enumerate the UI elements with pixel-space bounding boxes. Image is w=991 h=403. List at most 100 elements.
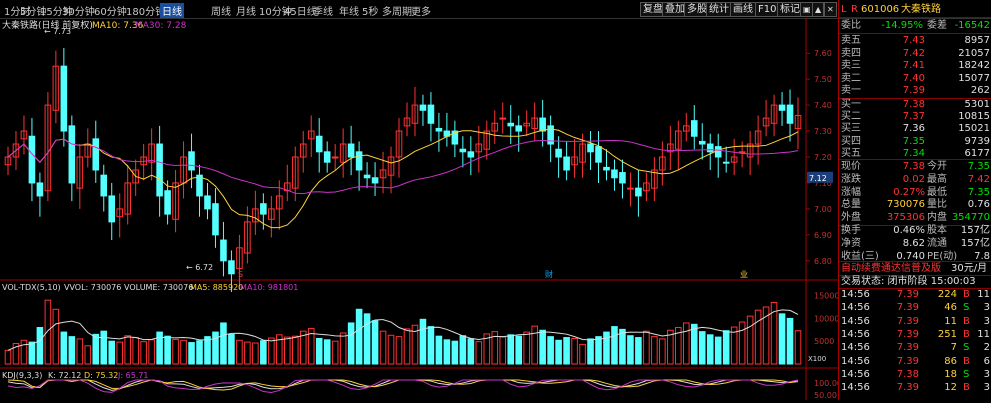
- volume-bar: [571, 337, 578, 365]
- period-tab[interactable]: 更多: [411, 3, 431, 18]
- volume-bar: [531, 325, 538, 365]
- ask-volume: 21057: [958, 47, 990, 59]
- candle-body: [603, 166, 610, 171]
- kline-svg[interactable]: 大秦铁路(日线 前复权) MA10: 7.36MA30: 7.287.607.50…: [0, 18, 842, 400]
- bid-volume: 9739: [964, 135, 990, 147]
- candle-body: [323, 151, 331, 163]
- ask-price: 7.41: [902, 60, 925, 72]
- volume-bar: [108, 340, 116, 365]
- candle-body: [722, 161, 730, 164]
- volume-bar: [443, 339, 451, 365]
- tick-count: 3: [983, 368, 990, 380]
- volume-tick-label: 5000: [814, 337, 834, 346]
- vol-legend-title: VOL-TDX(5,10): [2, 283, 61, 292]
- stat-label: 量比: [927, 199, 947, 211]
- volume-bar: [643, 330, 650, 365]
- period-tab[interactable]: 30分钟: [62, 3, 95, 18]
- candle-body: [212, 203, 219, 236]
- volume-bar: [427, 326, 435, 365]
- period-tab[interactable]: 周线: [211, 3, 231, 18]
- bid-volume: 6177: [964, 147, 990, 159]
- chart-marker: 财: [545, 269, 553, 279]
- ask-price: 7.43: [902, 35, 925, 46]
- candle-body: [690, 120, 698, 137]
- volume-bar: [523, 331, 530, 365]
- volume-bar: [499, 336, 507, 365]
- tick-side: B: [963, 355, 970, 367]
- candle-body: [204, 195, 211, 210]
- tick-time: 14:56: [841, 328, 870, 340]
- volume-bar: [347, 322, 355, 365]
- toolbar-button[interactable]: F10: [755, 2, 780, 17]
- quote-divider: [839, 159, 991, 160]
- period-tab[interactable]: 月线: [236, 3, 256, 18]
- period-tab[interactable]: 5秒: [362, 3, 378, 18]
- ask-volume: 8957: [964, 35, 990, 46]
- volume-bar: [659, 338, 666, 365]
- candle-body: [188, 151, 195, 171]
- volume-bar: [507, 334, 515, 365]
- volume-bar: [355, 308, 363, 365]
- volume-tick-label: 10000: [814, 314, 838, 323]
- ask-label: 卖二: [841, 72, 861, 84]
- volume-bar: [611, 326, 618, 365]
- volume-bar: [260, 340, 267, 365]
- period-tab[interactable]: 季线: [313, 3, 333, 18]
- volume-tick-label: 15000: [814, 292, 838, 301]
- volume-bar: [92, 333, 100, 365]
- volume-bar: [587, 338, 594, 365]
- volume-bar: [563, 337, 570, 365]
- tick-time: 14:56: [841, 302, 870, 314]
- chevron-up-icon[interactable]: ▲: [812, 2, 825, 17]
- volume-bar: [228, 333, 235, 365]
- candle-body: [619, 172, 626, 184]
- kdj-tick-label: 50.00: [814, 391, 837, 400]
- volume-bar: [475, 341, 483, 365]
- quote-divider: [839, 17, 991, 18]
- toolbar-button[interactable]: 统计: [706, 2, 732, 17]
- volume-bar: [204, 336, 211, 365]
- candle-body: [786, 104, 794, 124]
- period-tab[interactable]: 年线: [339, 3, 359, 18]
- stat-value: 0.27%: [893, 186, 925, 198]
- ratio-label: 委比: [841, 20, 861, 31]
- period-tab[interactable]: 多周期: [382, 3, 412, 18]
- candle-body: [228, 260, 235, 275]
- ask-label: 卖三: [841, 60, 861, 72]
- volume-bar: [603, 331, 610, 365]
- tick-count: 11: [977, 328, 990, 340]
- period-tab[interactable]: 日线: [160, 3, 184, 18]
- tick-price: 7.39: [896, 328, 919, 340]
- period-tab[interactable]: 45日线: [284, 3, 317, 18]
- stat-label: 涨幅: [841, 186, 861, 198]
- chart-area[interactable]: 大秦铁路(日线 前复权) MA10: 7.36 MA30: 7.28 7.60 7.50…: [0, 18, 842, 400]
- volume-bar: [363, 313, 371, 365]
- bid-price: 7.37: [902, 111, 925, 123]
- candle-body: [100, 174, 108, 197]
- close-icon[interactable]: ✕: [824, 2, 837, 17]
- volume-bar: [627, 335, 634, 365]
- ratio-value: -14.95%: [881, 20, 923, 31]
- candle-body: [635, 187, 642, 197]
- kdj-legend-title: KDJ(9,3,3): [2, 371, 42, 380]
- header-right-marker: R: [851, 4, 858, 15]
- quote-divider: [839, 33, 991, 34]
- volume-bar: [371, 320, 379, 365]
- price-tick-label: 7.40: [814, 101, 832, 110]
- diff-label: 委差: [927, 20, 947, 31]
- volume-bar: [682, 322, 690, 365]
- low-label: ← 6.72: [186, 263, 213, 272]
- candle-body: [627, 187, 634, 190]
- stat-value: 730076: [886, 199, 925, 211]
- header-left-marker: L: [841, 4, 847, 15]
- trade-status: 交易状态: 闭市阶段 15:00:03: [841, 276, 976, 287]
- volume-bar: [236, 339, 243, 365]
- volume-bar: [36, 327, 44, 365]
- period-tab[interactable]: 60分钟: [94, 3, 127, 18]
- ma10-line: [7, 128, 799, 229]
- toolbar-button[interactable]: 画线: [730, 2, 756, 17]
- bid-price: 7.38: [902, 99, 925, 110]
- bid-price: 7.36: [902, 123, 925, 135]
- volume-bar: [786, 317, 794, 365]
- stat-value: 354770: [951, 212, 990, 224]
